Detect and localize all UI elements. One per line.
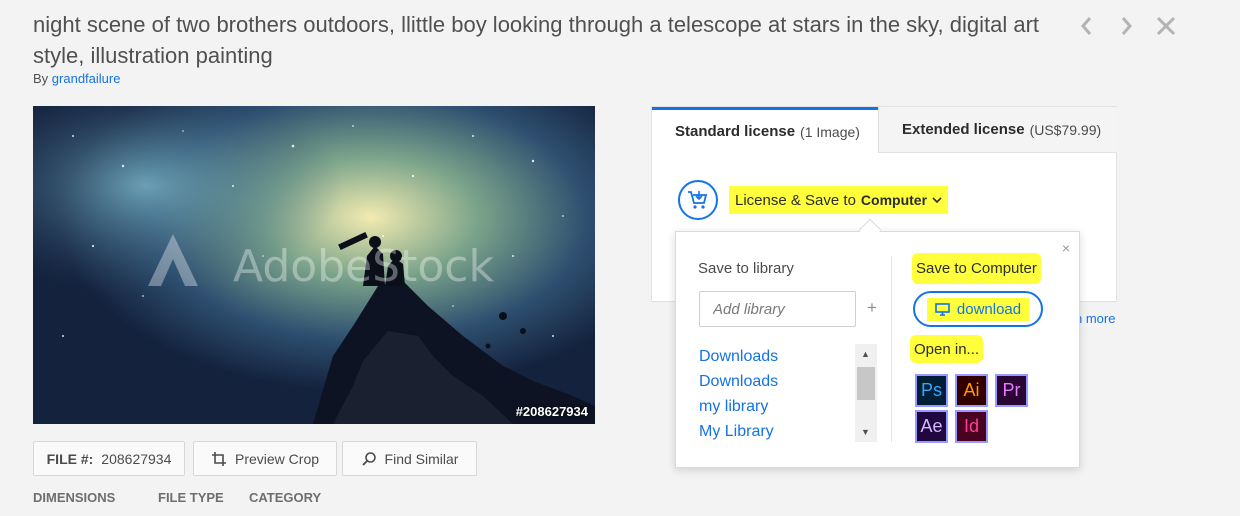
library-item[interactable]: Downloads [699, 344, 778, 369]
license-save-dropdown[interactable]: License & Save to Computer [729, 186, 949, 214]
extended-license-sub: (US$79.99) [1029, 121, 1102, 138]
learn-more-link[interactable]: n more [1075, 311, 1115, 326]
save-to-computer-heading: Save to Computer [912, 253, 1041, 284]
illustrator-icon[interactable]: Ai [955, 374, 988, 407]
by-label: By [33, 71, 49, 86]
library-list: Downloads Downloads my library My Librar… [699, 344, 778, 444]
after-effects-icon[interactable]: Ae [915, 410, 948, 443]
svg-text:AdobeStock: AdobeStock [233, 241, 494, 292]
scroll-down-icon[interactable]: ▼ [861, 427, 870, 437]
standard-license-label: Standard license [675, 123, 796, 140]
next-button[interactable] [1112, 12, 1140, 40]
chevron-right-icon [1121, 17, 1132, 35]
add-library-input[interactable] [699, 291, 856, 327]
scroll-thumb[interactable] [857, 367, 875, 400]
popover-divider [891, 256, 892, 442]
preview-crop-label: Preview Crop [234, 450, 320, 467]
byline: By grandfailure [33, 71, 120, 86]
search-icon [361, 451, 376, 466]
night-scene-illustration: AdobeStock [33, 106, 595, 424]
download-button-inner: download [926, 297, 1030, 321]
license-save-label: License & Save to [735, 191, 856, 209]
extended-license-label: Extended license [902, 121, 1025, 138]
prev-button[interactable] [1073, 12, 1101, 40]
scroll-up-icon[interactable]: ▲ [861, 349, 870, 359]
preview-crop-button[interactable]: Preview Crop [193, 441, 337, 476]
chevron-left-icon [1081, 17, 1092, 35]
stock-image[interactable]: AdobeStock #208627934 [33, 106, 595, 424]
download-label: download [956, 300, 1022, 318]
license-cart-button[interactable] [678, 180, 718, 220]
standard-license-sub: (1 Image) [800, 123, 860, 140]
file-type-heading: FILE TYPE [158, 490, 224, 505]
save-popover: × Save to library + Downloads Downloads … [675, 231, 1080, 468]
open-in-heading: Open in... [910, 335, 984, 363]
license-save-target: Computer [860, 192, 928, 208]
indesign-icon[interactable]: Id [955, 410, 988, 443]
tab-standard-license[interactable]: Standard license (1 Image) [652, 107, 878, 153]
close-icon [1156, 16, 1176, 36]
library-item[interactable]: Downloads [699, 369, 778, 394]
monitor-icon [935, 302, 950, 316]
save-to-library-heading: Save to library [698, 260, 794, 277]
photoshop-icon[interactable]: Ps [915, 374, 948, 407]
library-item[interactable]: my library [699, 394, 778, 419]
popover-close-button[interactable]: × [1062, 240, 1070, 256]
author-link[interactable]: grandfailure [52, 71, 121, 86]
chevron-down-icon [932, 197, 942, 204]
download-button[interactable]: download [913, 291, 1043, 327]
stock-detail-page: night scene of two brothers outdoors, ll… [0, 0, 1240, 516]
library-scrollbar[interactable]: ▲ ▼ [855, 344, 877, 442]
find-similar-button[interactable]: Find Similar [342, 441, 477, 476]
image-id-label: #208627934 [515, 404, 588, 419]
find-similar-label: Find Similar [384, 450, 459, 467]
page-title: night scene of two brothers outdoors, ll… [33, 12, 1040, 68]
file-number-box: FILE #: 208627934 [33, 441, 185, 476]
add-library-button[interactable]: + [867, 298, 877, 318]
category-heading: CATEGORY [249, 490, 322, 505]
crop-icon [211, 451, 226, 466]
cart-icon [688, 191, 708, 209]
premiere-icon[interactable]: Pr [995, 374, 1028, 407]
file-number: 208627934 [101, 450, 172, 467]
dimensions-heading: DIMENSIONS [33, 490, 116, 505]
file-label: FILE #: [46, 450, 94, 467]
tab-extended-license[interactable]: Extended license (US$79.99) [878, 107, 1117, 153]
close-button[interactable] [1152, 12, 1180, 40]
library-item[interactable]: My Library [699, 419, 778, 444]
